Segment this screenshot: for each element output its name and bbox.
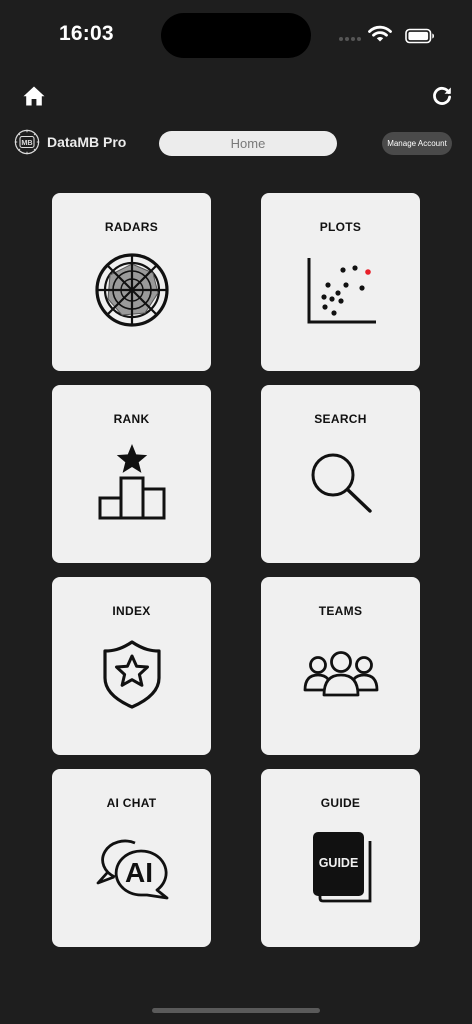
tile-guide[interactable]: GUIDE GUIDE: [261, 769, 420, 947]
brand: MB DataMB Pro: [14, 128, 126, 156]
tile-label: TEAMS: [318, 604, 363, 618]
podium-star-icon: [98, 444, 166, 520]
tile-label: RADARS: [104, 220, 159, 234]
dynamic-island: [161, 13, 311, 58]
tile-teams[interactable]: TEAMS: [261, 577, 420, 755]
ai-chat-icon-text: AI: [125, 857, 153, 888]
tile-plots[interactable]: PLOTS: [261, 193, 420, 371]
battery-icon: [405, 28, 434, 44]
guide-book-icon: GUIDE: [313, 832, 372, 903]
tile-search[interactable]: SEARCH: [261, 385, 420, 563]
page-title-pill: Home: [159, 131, 337, 156]
tile-radars[interactable]: RADARS: [52, 193, 211, 371]
people-group-icon: [303, 651, 379, 697]
home-icon[interactable]: [22, 84, 46, 108]
shield-star-icon: [103, 640, 161, 709]
wifi-icon: [368, 25, 392, 42]
tile-label: PLOTS: [319, 220, 362, 234]
scatter-plot-icon: [307, 258, 376, 324]
radar-chart-icon: [95, 253, 169, 327]
magnifier-icon: [311, 453, 372, 513]
tile-label: GUIDE: [320, 796, 361, 810]
tile-rank[interactable]: RANK: [52, 385, 211, 563]
ai-chat-bubble-icon: AI: [96, 839, 169, 900]
status-time: 16:03: [59, 22, 114, 45]
logo-text: MB: [21, 138, 32, 147]
tile-label: INDEX: [112, 604, 151, 618]
brand-name: DataMB Pro: [47, 134, 127, 150]
tile-label: AI CHAT: [106, 796, 157, 810]
tile-index[interactable]: INDEX: [52, 577, 211, 755]
cellular-signal-icon: [339, 37, 361, 41]
manage-account-button[interactable]: Manage Account: [382, 132, 452, 155]
datamb-logo-icon: MB: [14, 129, 40, 155]
refresh-icon[interactable]: [430, 84, 454, 108]
tile-ai-chat[interactable]: AI CHAT AI: [52, 769, 211, 947]
home-indicator-bar: [152, 1008, 320, 1013]
tile-label: SEARCH: [314, 412, 367, 426]
guide-icon-text: GUIDE: [319, 856, 359, 870]
tile-label: RANK: [113, 412, 150, 426]
